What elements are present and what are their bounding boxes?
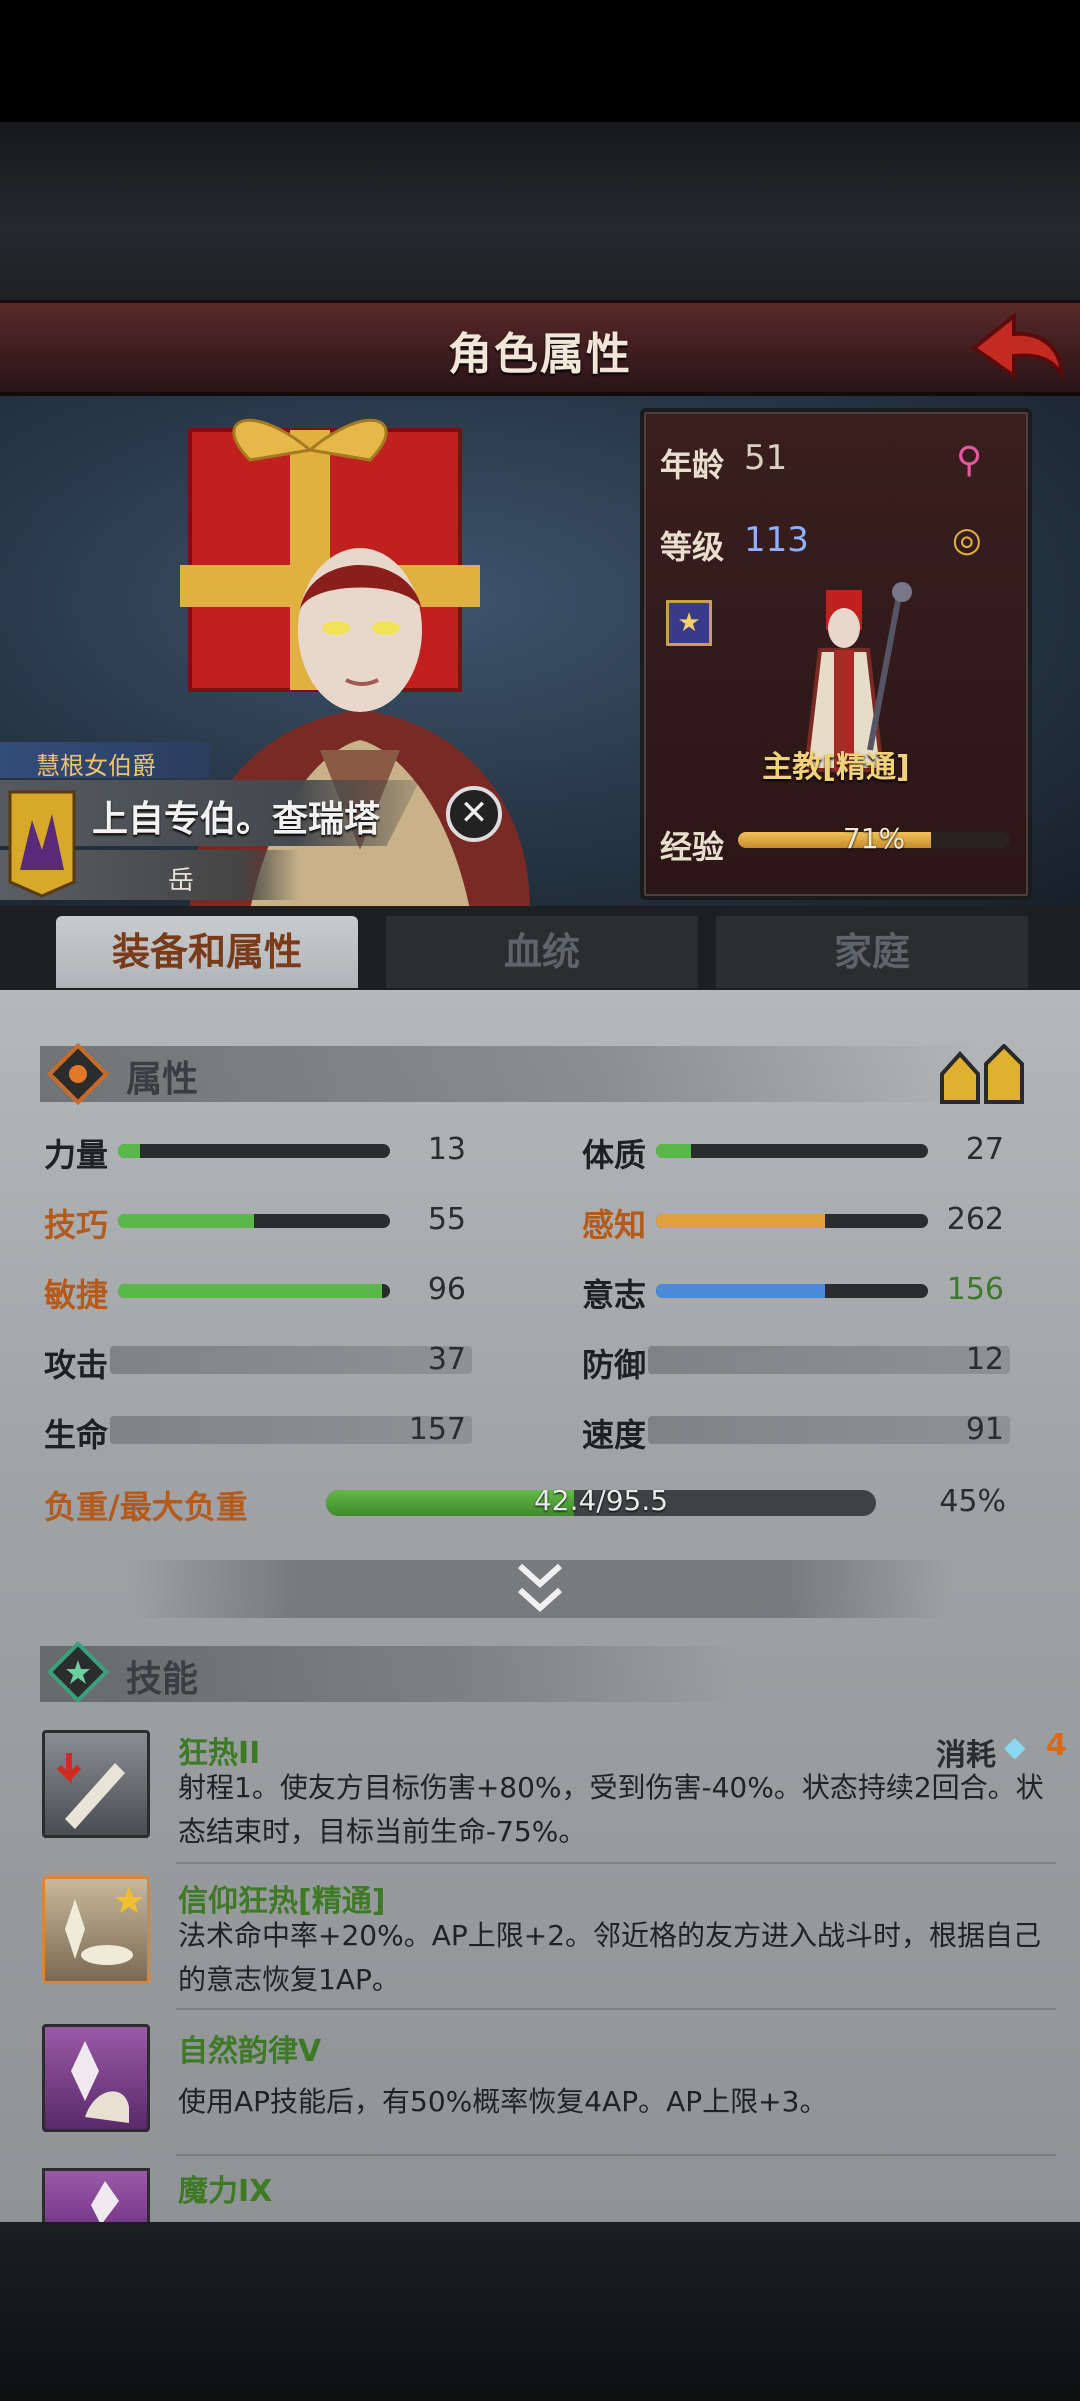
stat-value: 13: [427, 1132, 466, 1167]
stat-label: 意志: [582, 1276, 647, 1314]
divider: [176, 1862, 1056, 1864]
stat-bar: [656, 1284, 928, 1298]
skill-faith-fanaticism-icon[interactable]: [42, 1876, 150, 1984]
stat-label: 速度: [582, 1416, 647, 1454]
level-value: 113: [744, 520, 809, 560]
tab-equipment-attributes[interactable]: 装备和属性: [56, 916, 358, 988]
skill-name: 自然韵律V: [178, 2034, 322, 2069]
level-label: 等级: [660, 528, 725, 566]
stat-value: 55: [427, 1202, 466, 1237]
class-badge-icon[interactable]: ★: [666, 600, 712, 646]
class-name: 主教[精通]: [762, 750, 910, 785]
chevron-down-icon[interactable]: [516, 1562, 564, 1614]
skill-desc: 使用AP技能后，有50%概率恢复4AP。AP上限+3。: [178, 2085, 828, 2118]
stat-value: 96: [427, 1272, 466, 1307]
skill-magic-power-icon[interactable]: [42, 2168, 150, 2222]
stat-value: 37: [427, 1342, 466, 1377]
skill-desc: 法术命中率+20%。AP上限+2。邻近格的友方进入战斗时，根据自己: [178, 1919, 1042, 1952]
stat-label: 攻击: [44, 1346, 109, 1384]
load-value: 42.4/95.5: [533, 1484, 669, 1517]
character-sub: 岳: [168, 866, 195, 896]
stat-value: 27: [965, 1132, 1004, 1167]
stat-label: 感知: [582, 1206, 647, 1244]
stat-bar: [118, 1144, 390, 1158]
stat-bar-fill: [118, 1144, 140, 1158]
skill-fanaticism-icon[interactable]: [42, 1730, 150, 1838]
tab-bloodline[interactable]: 血统: [386, 916, 698, 988]
skill-name: 魔力IX: [178, 2174, 273, 2209]
stat-label: 敏捷: [44, 1276, 109, 1314]
age-label: 年龄: [660, 446, 725, 484]
stat-bar-fill: [656, 1214, 825, 1228]
skills-title: 技能: [126, 1659, 199, 1700]
divider: [176, 2154, 1056, 2156]
skill-natural-rhythm-icon[interactable]: [42, 2024, 150, 2132]
skill-desc: 的意志恢复1AP。: [178, 1963, 400, 1996]
load-percent: 45%: [939, 1484, 1006, 1519]
status-bar: [0, 0, 1080, 122]
attributes-title: 属性: [126, 1059, 199, 1100]
stat-value: 91: [965, 1412, 1004, 1447]
stat-bar: [118, 1284, 390, 1298]
skill-desc: 射程1。使友方目标伤害+80%，受到伤害-40%。状态持续2回合。状: [178, 1771, 1044, 1804]
close-button[interactable]: ✕: [446, 786, 502, 842]
title-badge-text: 慧根女伯爵: [36, 752, 156, 780]
stat-bar: [656, 1144, 928, 1158]
divider: [176, 2008, 1056, 2010]
top-background: [0, 122, 1080, 302]
stat-label: 体质: [582, 1136, 647, 1174]
stat-bar-fill: [118, 1214, 254, 1228]
stat-bar-fill: [656, 1144, 692, 1158]
female-icon: ⚲: [956, 440, 983, 481]
tab-family[interactable]: 家庭: [716, 916, 1028, 988]
stat-value: 262: [946, 1202, 1004, 1237]
upgrade-icon[interactable]: [938, 1043, 1034, 1106]
exp-value: 71%: [842, 822, 906, 855]
stat-label: 防御: [582, 1346, 647, 1384]
family-banner-icon[interactable]: [8, 790, 76, 898]
load-label: 负重/最大负重: [44, 1488, 248, 1526]
skills-icon: [46, 1640, 110, 1704]
stat-bar-fill: [656, 1284, 825, 1298]
age-value: 51: [744, 438, 788, 478]
bottom-area: [0, 2222, 1080, 2401]
stat-bar: [656, 1214, 928, 1228]
stat-bar-fill: [118, 1284, 382, 1298]
ring-icon: ◎: [952, 520, 982, 560]
character-name: 上自专伯。查瑞塔: [92, 799, 381, 840]
stat-label: 技巧: [44, 1206, 109, 1244]
title-badge: 慧根女伯爵: [0, 742, 210, 780]
stat-value: 157: [408, 1412, 466, 1447]
cost-value: 4: [1046, 1728, 1067, 1763]
back-arrow-icon[interactable]: [970, 308, 1066, 386]
skill-desc: 态结束时，目标当前生命-75%。: [178, 1815, 587, 1848]
stat-label: 生命: [44, 1416, 109, 1454]
stat-label: 力量: [44, 1136, 109, 1174]
stat-value: 156: [946, 1272, 1004, 1307]
stat-bar: [118, 1214, 390, 1228]
stat-value: 12: [965, 1342, 1004, 1377]
gem-icon: ◆: [1004, 1730, 1026, 1763]
attributes-icon: [46, 1042, 110, 1106]
exp-label: 经验: [660, 828, 725, 866]
page-title: 角色属性: [448, 329, 632, 380]
